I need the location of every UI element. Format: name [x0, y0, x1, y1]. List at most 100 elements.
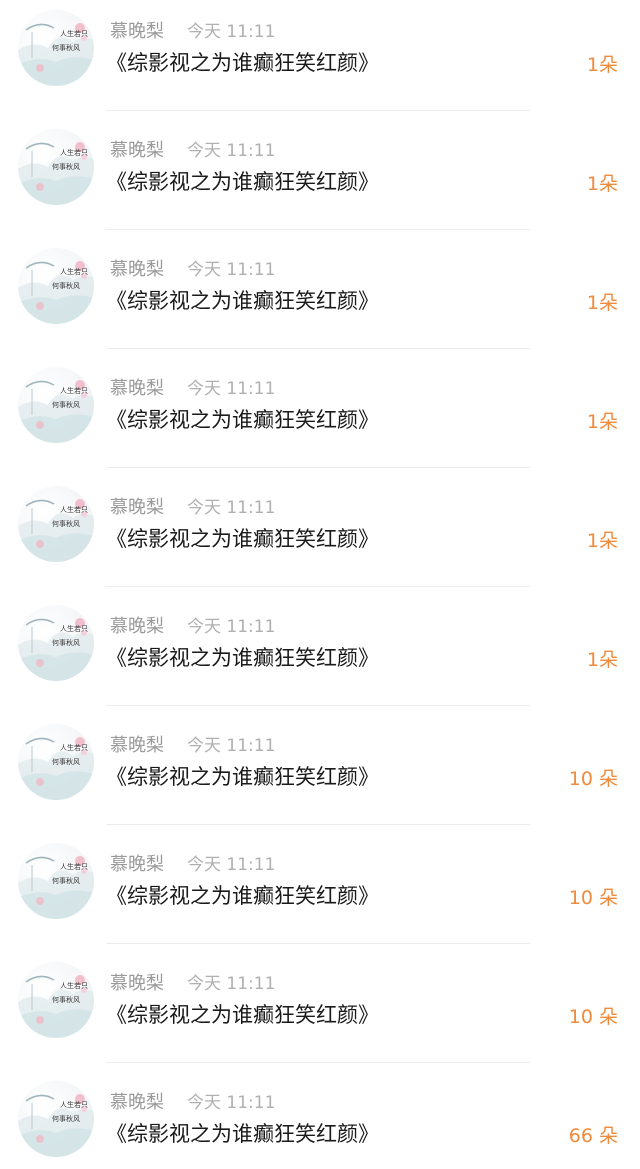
- timestamp: 今天 11:11: [187, 736, 276, 756]
- svg-text:人生若只: 人生若只: [60, 862, 88, 871]
- username[interactable]: 慕晚梨: [110, 853, 164, 877]
- timestamp: 今天 11:11: [187, 1093, 276, 1113]
- username[interactable]: 慕晚梨: [110, 972, 164, 996]
- ink-painting-avatar-icon: 人生若只 何事秋风: [18, 975, 94, 1038]
- ink-painting-avatar-icon: 人生若只 何事秋风: [18, 380, 94, 443]
- svg-text:人生若只: 人生若只: [60, 148, 88, 157]
- ink-painting-avatar-icon: 人生若只 何事秋风: [18, 142, 94, 205]
- username[interactable]: 慕晚梨: [110, 1091, 164, 1115]
- ink-painting-avatar-icon: 人生若只 何事秋风: [18, 23, 94, 86]
- timestamp: 今天 11:11: [187, 260, 276, 280]
- timestamp: 今天 11:11: [187, 855, 276, 875]
- svg-text:人生若只: 人生若只: [60, 386, 88, 395]
- book-title[interactable]: 《综影视之为谁癫狂笑红颜》: [106, 643, 379, 673]
- flower-count: 10 朵: [568, 887, 618, 909]
- timestamp: 今天 11:11: [187, 379, 276, 399]
- ink-painting-avatar-icon: 人生若只 何事秋风: [18, 737, 94, 800]
- svg-text:人生若只: 人生若只: [60, 505, 88, 514]
- username[interactable]: 慕晚梨: [110, 258, 164, 282]
- timestamp: 今天 11:11: [187, 498, 276, 518]
- svg-text:何事秋风: 何事秋风: [52, 757, 80, 766]
- divider: [106, 705, 530, 706]
- svg-text:人生若只: 人生若只: [60, 1100, 88, 1109]
- username[interactable]: 慕晚梨: [110, 734, 164, 758]
- list-item[interactable]: 人生若只 何事秋风 慕晚梨 今天 11:11 《综影视之为谁癫狂笑红颜》 1朵: [0, 357, 640, 476]
- timestamp: 今天 11:11: [187, 22, 276, 42]
- avatar[interactable]: 人生若只 何事秋风: [18, 605, 94, 681]
- svg-text:人生若只: 人生若只: [60, 624, 88, 633]
- list-item[interactable]: 人生若只 何事秋风 慕晚梨 今天 11:11 《综影视之为谁癫狂笑红颜》 1朵: [0, 119, 640, 238]
- flower-count: 1朵: [586, 530, 618, 552]
- book-title[interactable]: 《综影视之为谁癫狂笑红颜》: [106, 881, 379, 911]
- avatar[interactable]: 人生若只 何事秋风: [18, 724, 94, 800]
- svg-text:人生若只: 人生若只: [60, 743, 88, 752]
- book-title[interactable]: 《综影视之为谁癫狂笑红颜》: [106, 1119, 379, 1149]
- svg-text:何事秋风: 何事秋风: [52, 43, 80, 52]
- ink-painting-avatar-icon: 人生若只 何事秋风: [18, 856, 94, 919]
- list-item[interactable]: 人生若只 何事秋风 慕晚梨 今天 11:11 《综影视之为谁癫狂笑红颜》 1朵: [0, 0, 640, 119]
- book-title[interactable]: 《综影视之为谁癫狂笑红颜》: [106, 167, 379, 197]
- timestamp: 今天 11:11: [187, 974, 276, 994]
- avatar[interactable]: 人生若只 何事秋风: [18, 129, 94, 205]
- list-item[interactable]: 人生若只 何事秋风 慕晚梨 今天 11:11 《综影视之为谁癫狂笑红颜》 1朵: [0, 238, 640, 357]
- list-item[interactable]: 人生若只 何事秋风 慕晚梨 今天 11:11 《综影视之为谁癫狂笑红颜》 10 …: [0, 952, 640, 1071]
- book-title[interactable]: 《综影视之为谁癫狂笑红颜》: [106, 524, 379, 554]
- username[interactable]: 慕晚梨: [110, 496, 164, 520]
- svg-text:人生若只: 人生若只: [60, 29, 88, 38]
- avatar[interactable]: 人生若只 何事秋风: [18, 962, 94, 1038]
- ink-painting-avatar-icon: 人生若只 何事秋风: [18, 261, 94, 324]
- avatar[interactable]: 人生若只 何事秋风: [18, 248, 94, 324]
- flower-count: 1朵: [586, 649, 618, 671]
- book-title[interactable]: 《综影视之为谁癫狂笑红颜》: [106, 48, 379, 78]
- ink-painting-avatar-icon: 人生若只 何事秋风: [18, 618, 94, 681]
- flower-count: 10 朵: [568, 768, 618, 790]
- ink-painting-avatar-icon: 人生若只 何事秋风: [18, 499, 94, 562]
- list-item[interactable]: 人生若只 何事秋风 慕晚梨 今天 11:11 《综影视之为谁癫狂笑红颜》 1朵: [0, 595, 640, 714]
- svg-text:人生若只: 人生若只: [60, 267, 88, 276]
- avatar[interactable]: 人生若只 何事秋风: [18, 486, 94, 562]
- flower-count: 1朵: [586, 173, 618, 195]
- avatar[interactable]: 人生若只 何事秋风: [18, 1081, 94, 1157]
- list-item[interactable]: 人生若只 何事秋风 慕晚梨 今天 11:11 《综影视之为谁癫狂笑红颜》 10 …: [0, 833, 640, 952]
- flower-count: 1朵: [586, 292, 618, 314]
- username[interactable]: 慕晚梨: [110, 615, 164, 639]
- book-title[interactable]: 《综影视之为谁癫狂笑红颜》: [106, 762, 379, 792]
- list-item[interactable]: 人生若只 何事秋风 慕晚梨 今天 11:11 《综影视之为谁癫狂笑红颜》 66 …: [0, 1071, 640, 1169]
- svg-text:何事秋风: 何事秋风: [52, 1114, 80, 1123]
- ink-painting-avatar-icon: 人生若只 何事秋风: [18, 1094, 94, 1157]
- book-title[interactable]: 《综影视之为谁癫狂笑红颜》: [106, 405, 379, 435]
- svg-text:何事秋风: 何事秋风: [52, 162, 80, 171]
- list-item[interactable]: 人生若只 何事秋风 慕晚梨 今天 11:11 《综影视之为谁癫狂笑红颜》 10 …: [0, 714, 640, 833]
- svg-text:人生若只: 人生若只: [60, 981, 88, 990]
- flower-count: 1朵: [586, 411, 618, 433]
- flower-count: 10 朵: [568, 1006, 618, 1028]
- book-title[interactable]: 《综影视之为谁癫狂笑红颜》: [106, 1000, 379, 1030]
- book-title[interactable]: 《综影视之为谁癫狂笑红颜》: [106, 286, 379, 316]
- divider: [106, 824, 530, 825]
- divider: [106, 943, 530, 944]
- list-item[interactable]: 人生若只 何事秋风 慕晚梨 今天 11:11 《综影视之为谁癫狂笑红颜》 1朵: [0, 476, 640, 595]
- timestamp: 今天 11:11: [187, 141, 276, 161]
- svg-text:何事秋风: 何事秋风: [52, 995, 80, 1004]
- timestamp: 今天 11:11: [187, 617, 276, 637]
- avatar[interactable]: 人生若只 何事秋风: [18, 10, 94, 86]
- divider: [106, 110, 530, 111]
- username[interactable]: 慕晚梨: [110, 377, 164, 401]
- divider: [106, 467, 530, 468]
- svg-text:何事秋风: 何事秋风: [52, 519, 80, 528]
- divider: [106, 586, 530, 587]
- divider: [106, 1062, 530, 1063]
- svg-text:何事秋风: 何事秋风: [52, 281, 80, 290]
- svg-text:何事秋风: 何事秋风: [52, 638, 80, 647]
- svg-text:何事秋风: 何事秋风: [52, 400, 80, 409]
- svg-text:何事秋风: 何事秋风: [52, 876, 80, 885]
- username[interactable]: 慕晚梨: [110, 20, 164, 44]
- username[interactable]: 慕晚梨: [110, 139, 164, 163]
- divider: [106, 229, 530, 230]
- avatar[interactable]: 人生若只 何事秋风: [18, 367, 94, 443]
- flower-count: 1朵: [586, 54, 618, 76]
- flower-count: 66 朵: [568, 1125, 618, 1147]
- avatar[interactable]: 人生若只 何事秋风: [18, 843, 94, 919]
- divider: [106, 348, 530, 349]
- gift-record-list: 人生若只 何事秋风 慕晚梨 今天 11:11 《综影视之为谁癫狂笑红颜》 1朵 …: [0, 0, 640, 1169]
